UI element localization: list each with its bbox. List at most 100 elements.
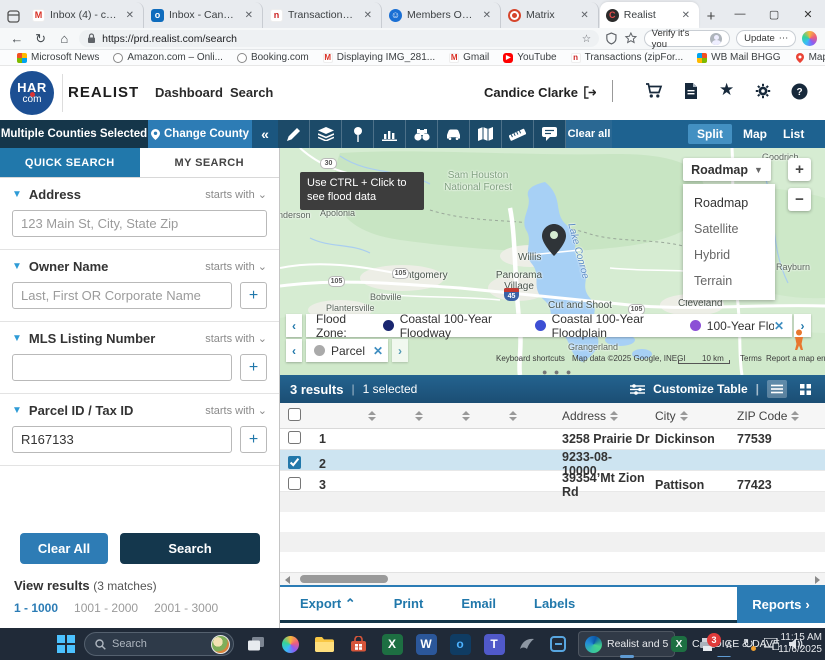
sync-icon[interactable]: ↻ [743, 636, 754, 652]
grid-view-button[interactable] [795, 380, 815, 398]
search-button[interactable]: Search [120, 533, 260, 564]
counties-selected[interactable]: Multiple Counties Selected [0, 120, 148, 148]
sort-column[interactable] [487, 409, 534, 423]
export-button[interactable]: Export ⌃ [300, 596, 356, 612]
drive-time-button[interactable] [438, 120, 470, 148]
close-icon[interactable]: ✕ [480, 9, 494, 22]
keyboard-shortcuts-link[interactable]: Keyboard shortcuts [496, 354, 565, 363]
view-list-button[interactable]: List [774, 124, 813, 144]
bookmark-gmail[interactable]: MGmail [444, 52, 494, 63]
parcel-id-input[interactable] [12, 426, 232, 453]
tab-inbox-outlook[interactable]: oInbox - Candice Cla...✕ [145, 2, 263, 28]
favorite-star-icon[interactable]: ☆ [582, 33, 591, 45]
map-type-roadmap[interactable]: Roadmap [683, 190, 775, 216]
hidden-icons-chevron[interactable]: ∧ [725, 638, 733, 651]
task-view-button[interactable] [244, 628, 268, 660]
excel-button[interactable]: X [380, 628, 404, 660]
close-icon[interactable]: ✕ [577, 9, 591, 22]
tab-my-search[interactable]: MY SEARCH [140, 148, 280, 177]
refresh-icon[interactable]: ↻ [32, 31, 50, 47]
match-type-dropdown[interactable]: starts with ⌄ [205, 188, 267, 201]
pin-tool-button[interactable] [342, 120, 374, 148]
bookmark-wbmail[interactable]: WB Mail BHGG [692, 52, 785, 63]
close-window-button[interactable]: ✕ [791, 0, 825, 28]
tab-realist-active[interactable]: CRealist✕ [600, 2, 699, 28]
map-panel[interactable]: Sam Houston National Forest Waverly New … [280, 148, 825, 375]
user-menu[interactable]: Candice Clarke [484, 85, 596, 100]
word-button[interactable]: W [414, 628, 438, 660]
teams-button[interactable]: T [482, 628, 506, 660]
collections-icon[interactable] [624, 32, 638, 45]
tab-inbox-gmail[interactable]: MInbox (4) - candicew...✕ [26, 2, 144, 28]
sort-column[interactable] [440, 409, 487, 423]
match-type-dropdown[interactable]: starts with ⌄ [205, 260, 267, 273]
collapse-panel-button[interactable]: « [252, 120, 278, 148]
new-tab-button[interactable]: + [699, 4, 723, 28]
scroll-right-arrow[interactable] [815, 576, 820, 584]
bookmark-transactions[interactable]: nTransactions (zipFor... [566, 52, 689, 63]
add-criteria-button[interactable]: + [240, 426, 267, 453]
legend-scroll-left[interactable]: ‹ [286, 314, 302, 337]
page-range-3[interactable]: 2001 - 3000 [154, 601, 218, 615]
bookmark-maps[interactable]: Maps [790, 52, 825, 63]
match-type-dropdown[interactable]: starts with ⌄ [205, 332, 267, 345]
store-button[interactable] [346, 628, 370, 660]
row-checkbox[interactable] [288, 456, 301, 469]
close-icon[interactable]: ✕ [679, 9, 693, 22]
parcel-scroll-right[interactable]: › [392, 339, 408, 362]
row-checkbox[interactable] [288, 477, 301, 490]
terms-link[interactable]: Terms [740, 354, 762, 363]
tab-transactions[interactable]: nTransactions (zipFor...✕ [264, 2, 382, 28]
copilot-taskbar-button[interactable] [278, 628, 302, 660]
bookmark-booking[interactable]: Booking.com [232, 52, 314, 63]
parcel-scroll-left[interactable]: ‹ [286, 339, 302, 362]
tab-members[interactable]: ☺Members Only Area...✕ [383, 2, 501, 28]
address-input[interactable] [12, 210, 267, 237]
close-legend-icon[interactable]: ✕ [774, 319, 784, 333]
cart-icon[interactable] [645, 83, 663, 99]
comment-button[interactable] [534, 120, 566, 148]
print-button[interactable]: Print [394, 596, 424, 611]
help-icon[interactable]: ? [791, 83, 808, 100]
zoom-in-button[interactable]: + [788, 158, 811, 181]
chevron-down-icon[interactable]: ▼ [12, 405, 22, 416]
table-row[interactable]: 3 39354 Mt Zion Rd Pattison 77423 [280, 471, 825, 492]
document-icon[interactable] [684, 83, 698, 99]
favorites-star-icon[interactable]: ★ [719, 80, 734, 100]
bookmark-msn[interactable]: Microsoft News [12, 52, 104, 63]
sort-column[interactable] [393, 409, 440, 423]
file-explorer-button[interactable] [312, 628, 336, 660]
map-type-dropdown[interactable]: Roadmap▼ [683, 158, 771, 181]
home-icon[interactable]: ⌂ [55, 31, 73, 46]
scroll-left-arrow[interactable] [285, 576, 290, 584]
column-zip[interactable]: ZIP Code [730, 409, 825, 423]
page-range-1[interactable]: 1 - 1000 [14, 601, 58, 615]
taskbar-window-realist[interactable]: Realist and 5 [578, 631, 675, 657]
layers-button[interactable] [310, 120, 342, 148]
add-criteria-button[interactable]: + [240, 354, 267, 381]
bookmark-amazon[interactable]: Amazon.com – Onli... [108, 52, 228, 63]
report-map-error-link[interactable]: Report a map error [766, 354, 825, 363]
column-address[interactable]: Address [534, 409, 650, 423]
reports-button[interactable]: Reports › [737, 585, 825, 623]
customize-table-button[interactable]: Customize Table [653, 382, 747, 396]
match-type-dropdown[interactable]: starts with ⌄ [205, 404, 267, 417]
change-county-button[interactable]: Change County [148, 120, 252, 148]
splitter-handle[interactable]: ● ● ● [542, 367, 573, 375]
phone-link-button[interactable] [546, 628, 570, 660]
view-map-button[interactable]: Map [734, 124, 776, 144]
maximize-button[interactable]: ▢ [757, 0, 791, 28]
browser-essentials-icon[interactable] [605, 32, 618, 45]
chart-tool-button[interactable] [374, 120, 406, 148]
chevron-down-icon[interactable]: ▼ [12, 189, 22, 200]
gear-icon[interactable] [755, 83, 771, 99]
search-area-button[interactable] [406, 120, 438, 148]
har-logo[interactable]: HAR com [10, 71, 54, 115]
add-criteria-button[interactable]: + [240, 282, 267, 309]
print-queue-icon[interactable]: 3 [700, 638, 715, 651]
back-icon[interactable]: ← [8, 31, 26, 46]
scrollbar-thumb[interactable] [300, 575, 388, 583]
draw-tool-button[interactable] [278, 120, 310, 148]
chevron-down-icon[interactable]: ▼ [12, 261, 22, 272]
close-parcel-icon[interactable]: ✕ [373, 344, 383, 358]
